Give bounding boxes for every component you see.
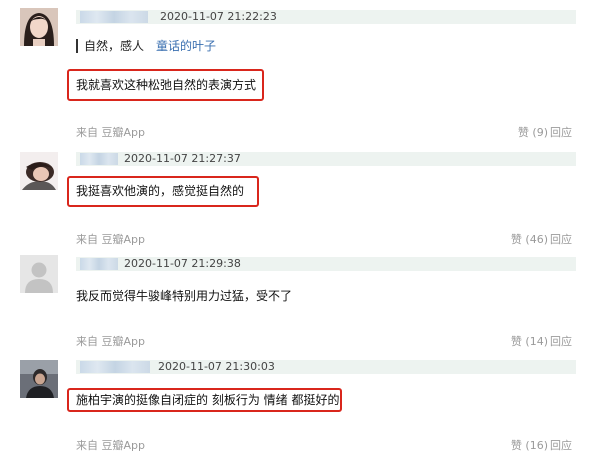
- source-label: 来自 豆瓣App: [76, 439, 145, 452]
- comment-text: 施柏宇演的挺像自闭症的 刻板行为 情绪 都挺好的: [76, 393, 340, 407]
- timestamp: 2020-11-07 21:30:03: [158, 360, 275, 373]
- reply-button[interactable]: 回应: [550, 439, 572, 453]
- timestamp: 2020-11-07 21:29:38: [124, 257, 241, 270]
- source-label: 来自 豆瓣App: [76, 126, 145, 139]
- comment-meta: 2020-11-07 21:22:23: [76, 10, 576, 24]
- comment-text: 我就喜欢这种松弛自然的表演方式: [76, 78, 257, 92]
- like-button[interactable]: 赞 (9): [518, 126, 548, 140]
- quoted-reply: 自然，感人 童话的叶子: [76, 39, 216, 53]
- quote-author-link[interactable]: 童话的叶子: [156, 39, 216, 53]
- like-button[interactable]: 赞 (14): [511, 335, 548, 349]
- comment-meta: 2020-11-07 21:30:03: [76, 360, 576, 374]
- source-label: 来自 豆瓣App: [76, 233, 145, 246]
- avatar[interactable]: [20, 255, 58, 293]
- comment-footer: 来自 豆瓣App 赞 (14) 回应: [0, 335, 600, 349]
- comment-footer: 来自 豆瓣App 赞 (16) 回应: [0, 439, 600, 453]
- avatar[interactable]: [20, 8, 58, 46]
- username-blurred[interactable]: [80, 361, 150, 373]
- avatar[interactable]: [20, 152, 58, 190]
- reply-button[interactable]: 回应: [550, 335, 572, 349]
- like-button[interactable]: 赞 (46): [511, 233, 548, 247]
- quote-text: 自然，感人: [84, 39, 145, 53]
- username-blurred[interactable]: [80, 153, 118, 165]
- timestamp: 2020-11-07 21:27:37: [124, 152, 241, 165]
- reply-button[interactable]: 回应: [550, 233, 572, 247]
- comment-text: 我反而觉得牛骏峰特别用力过猛，受不了: [76, 289, 293, 303]
- source-label: 来自 豆瓣App: [76, 335, 145, 348]
- reply-button[interactable]: 回应: [550, 126, 572, 140]
- like-button[interactable]: 赞 (16): [511, 439, 548, 453]
- comment-footer: 来自 豆瓣App 赞 (9) 回应: [0, 126, 600, 140]
- comment-meta: 2020-11-07 21:27:37: [76, 152, 576, 166]
- comment-text: 我挺喜欢他演的，感觉挺自然的: [76, 184, 245, 198]
- timestamp: 2020-11-07 21:22:23: [160, 10, 277, 23]
- comment-meta: 2020-11-07 21:29:38: [76, 257, 576, 271]
- comment-footer: 来自 豆瓣App 赞 (46) 回应: [0, 233, 600, 247]
- username-blurred[interactable]: [80, 258, 118, 270]
- avatar[interactable]: [20, 360, 58, 398]
- username-blurred[interactable]: [80, 11, 148, 23]
